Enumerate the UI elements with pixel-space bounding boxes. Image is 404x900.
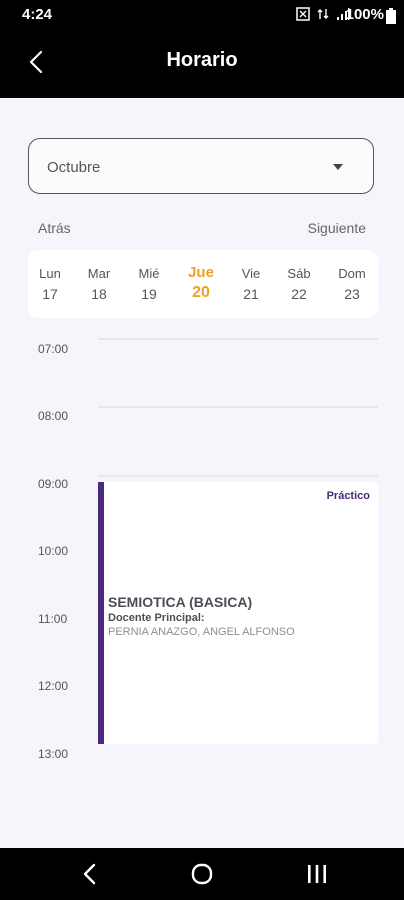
hour-label: 08:00 (38, 409, 69, 423)
battery-icon (386, 8, 396, 24)
event-course-name: SEMIOTICA (BASICA) (108, 594, 253, 610)
status-bar: 4:24 100% (0, 0, 404, 28)
hour-label: 12:00 (38, 679, 69, 693)
day-tuesday[interactable]: Mar 18 (77, 266, 121, 302)
system-navigation-bar (0, 848, 404, 900)
day-sunday[interactable]: Dom 23 (330, 266, 374, 302)
circle-home-icon[interactable] (190, 862, 214, 886)
day-name: Sáb (287, 266, 311, 281)
nfc-icon (296, 7, 310, 21)
app-bar: Horario (0, 28, 404, 98)
hour-label: 09:00 (38, 477, 69, 491)
day-name: Mié (138, 266, 160, 281)
caret-down-icon (333, 164, 343, 170)
next-week-button[interactable]: Siguiente (308, 220, 366, 236)
hour-label: 11:00 (38, 612, 68, 626)
data-arrows-icon (317, 9, 329, 19)
day-date: 18 (91, 286, 107, 302)
day-monday[interactable]: Lun 17 (28, 266, 72, 302)
status-time: 4:24 (22, 6, 53, 23)
month-select-value: Octubre (47, 159, 101, 176)
chevron-left-icon[interactable] (80, 862, 100, 886)
day-thursday-selected[interactable]: Jue 20 (179, 264, 223, 302)
hour-gridline (98, 338, 378, 340)
day-name: Dom (338, 266, 366, 281)
day-name: Mar (87, 266, 111, 281)
day-name: Vie (241, 266, 261, 281)
day-date: 20 (192, 284, 210, 301)
previous-week-button[interactable]: Atrás (38, 220, 71, 236)
week-strip: Lun 17 Mar 18 Mié 19 Jue 20 Vie 21 Sáb 2… (28, 250, 378, 318)
page-title: Horario (166, 49, 238, 71)
month-select[interactable]: Octubre (28, 138, 374, 194)
three-bars-icon[interactable] (306, 863, 328, 885)
day-friday[interactable]: Vie 21 (229, 266, 273, 302)
day-date: 19 (141, 286, 157, 302)
day-name: Jue (188, 264, 214, 281)
hour-label: 10:00 (38, 544, 69, 558)
event-teacher-name: PERNIA ANAZGO, ANGEL ALFONSO (108, 626, 295, 638)
day-wednesday[interactable]: Mié 19 (127, 266, 171, 302)
hour-label: 13:00 (38, 747, 69, 761)
day-name: Lun (39, 266, 61, 281)
battery-level: 100% (345, 6, 384, 23)
hour-gridline (98, 406, 378, 408)
day-date: 21 (243, 286, 259, 302)
day-saturday[interactable]: Sáb 22 (277, 266, 321, 302)
day-date: 23 (344, 286, 360, 302)
day-date: 22 (291, 286, 307, 302)
schedule-event-card[interactable]: Práctico SEMIOTICA (BASICA) Docente Prin… (98, 482, 378, 744)
event-accent-bar (98, 482, 104, 744)
event-type-badge: Práctico (326, 490, 370, 502)
day-date: 17 (42, 286, 58, 302)
hour-label: 07:00 (38, 342, 69, 356)
hour-gridline (98, 475, 378, 477)
event-teacher-label: Docente Principal: (108, 612, 205, 624)
status-icons (296, 7, 350, 21)
